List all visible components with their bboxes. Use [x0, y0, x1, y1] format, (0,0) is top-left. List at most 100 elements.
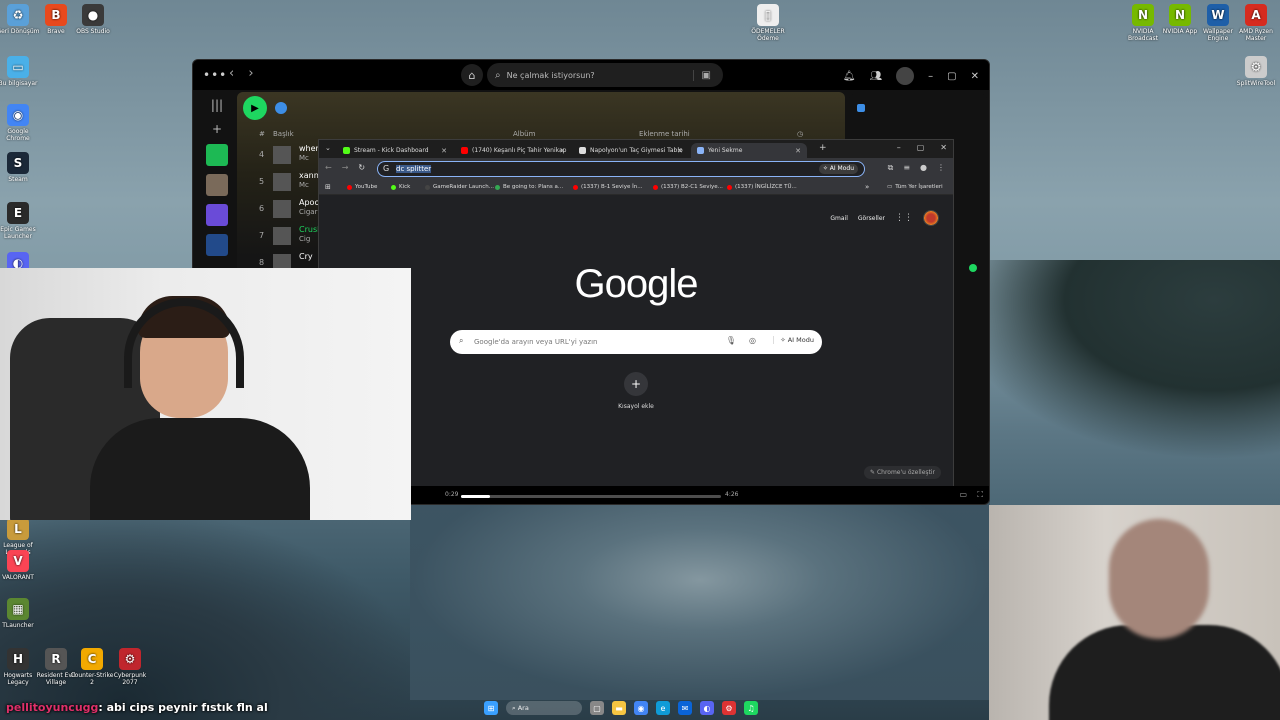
desktop-icon-label: Epic Games Launcher	[0, 226, 36, 240]
desktop-icon-3[interactable]: ▭ Bu bilgisayar	[0, 56, 40, 87]
playback-progress[interactable]	[461, 495, 721, 498]
browser-tab[interactable]: Napolyon'un Taç Giymesi Tablo ✕	[573, 143, 689, 158]
tab-close-icon[interactable]: ✕	[677, 147, 683, 155]
bookmark-item[interactable]: (1337) İNGİLİZCE TÜ...	[727, 184, 797, 190]
home-icon[interactable]: ⌂	[461, 64, 483, 86]
profile-icon[interactable]: ●	[920, 163, 927, 173]
back-icon[interactable]: ‹	[229, 66, 234, 81]
bookmark-item[interactable]: Be going to: Plans a...	[495, 184, 563, 190]
play-button[interactable]: ▶	[243, 96, 267, 120]
pane-icon[interactable]	[857, 104, 865, 112]
media-icon[interactable]: ≡	[903, 163, 910, 173]
browser-tab[interactable]: Stream - Kick Dashboard ✕	[337, 143, 453, 158]
start-icon[interactable]: ⊞	[484, 701, 498, 715]
chrome-icon[interactable]: ◉	[634, 701, 648, 715]
library-icon[interactable]: |||	[199, 98, 235, 112]
close-icon[interactable]: ✕	[940, 143, 947, 152]
desktop-icon-4[interactable]: ◉ Google Chrome	[0, 104, 40, 142]
google-search-input[interactable]: ⌕ Google'da arayın veya URL'yi yazın 🎙︎ …	[450, 330, 822, 354]
gmail-link[interactable]: Gmail	[830, 215, 848, 222]
desktop-icon-right-3[interactable]: A AMD Ryzen Master	[1234, 4, 1278, 42]
minimize-icon[interactable]: –	[928, 71, 933, 82]
apps-icon[interactable]: ⊞	[325, 183, 331, 191]
maximize-icon[interactable]: ▢	[917, 143, 925, 152]
tab-search-icon[interactable]: ⌄	[325, 144, 331, 152]
images-link[interactable]: Görseller	[858, 215, 885, 222]
browse-icon[interactable]: ▣	[692, 69, 711, 81]
library-tile[interactable]	[206, 144, 228, 166]
tab-label: (1740) Keşanlı Piç Tahir Yenikap	[472, 147, 567, 154]
tab-favicon	[579, 147, 586, 154]
gear-app-icon[interactable]: ⚙	[722, 701, 736, 715]
mail-icon[interactable]: ✉	[678, 701, 692, 715]
download-icon[interactable]	[275, 102, 287, 114]
library-tile[interactable]	[206, 204, 228, 226]
track-number: 7	[259, 231, 265, 240]
create-icon[interactable]: +	[199, 122, 235, 136]
kebab-menu-icon[interactable]: ⋮	[937, 163, 945, 173]
new-tab-button[interactable]: +	[819, 143, 827, 153]
all-bookmarks[interactable]: ▭ Tüm Yer İşaretleri	[887, 184, 943, 190]
forward-icon[interactable]: →	[342, 163, 349, 172]
avatar[interactable]	[896, 67, 915, 85]
desktop-icon-label: Steam	[8, 176, 28, 183]
more-bookmarks-icon[interactable]: »	[865, 183, 869, 191]
desktop-icon-5[interactable]: S Steam	[0, 152, 40, 183]
desktop-icon-6[interactable]: E Epic Games Launcher	[0, 202, 40, 240]
browser-tab[interactable]: (1740) Keşanlı Piç Tahir Yenikap ✕	[455, 143, 571, 158]
tab-close-icon[interactable]: ✕	[795, 147, 801, 155]
app-4-icon: ◉	[7, 104, 29, 126]
explorer-icon[interactable]: ▬	[612, 701, 626, 715]
customize-chrome-button[interactable]: ✎ Chrome'u özelleştir	[864, 466, 941, 479]
bookmark-label: (1337) B2-C1 Seviye...	[661, 184, 723, 190]
edge-icon[interactable]: e	[656, 701, 670, 715]
bookmark-item[interactable]: YouTube	[347, 184, 377, 190]
reload-icon[interactable]: ↻	[358, 163, 365, 172]
friends-icon[interactable]: 👥︎	[869, 71, 882, 82]
close-icon[interactable]: ✕	[971, 71, 979, 82]
desktop-icon-10[interactable]: ▦ TLauncher	[0, 598, 40, 629]
menu-icon[interactable]: •••	[203, 68, 227, 82]
ai-mode-button[interactable]: ✧ AI Modu	[818, 164, 858, 174]
tab-close-icon[interactable]: ✕	[441, 147, 447, 155]
extensions-icon[interactable]: ⧉	[888, 163, 894, 173]
google-search-placeholder: Google'da arayın veya URL'yi yazın	[474, 338, 598, 346]
miniplayer-icon[interactable]: ▭	[959, 490, 967, 499]
folder-icon: ▭	[887, 184, 893, 190]
chrome-window[interactable]: ⌄ Stream - Kick Dashboard ✕ (1740) Keşanlı…	[318, 139, 954, 486]
desktop-icon-2[interactable]: ● OBS Studio	[71, 4, 115, 35]
bookmark-favicon	[573, 184, 578, 190]
desktop-icon-right-4[interactable]: ⚙ SplitWireTool	[1234, 56, 1278, 87]
bookmark-item[interactable]: (1337) B2-C1 Seviye...	[653, 184, 723, 190]
account-avatar[interactable]	[923, 210, 939, 226]
browser-tab[interactable]: Yeni Sekme ✕	[691, 143, 807, 158]
search-ai-mode-button[interactable]: ✧ AI Modu	[773, 336, 814, 344]
desktop-icon-label: TLauncher	[2, 622, 34, 629]
spotify-icon[interactable]: ♫	[744, 701, 758, 715]
library-tile[interactable]	[206, 174, 228, 196]
track-number: 5	[259, 177, 265, 186]
forward-icon[interactable]: ›	[248, 66, 253, 81]
lens-icon[interactable]: ◎	[749, 336, 756, 345]
tab-close-icon[interactable]: ✕	[559, 147, 565, 155]
desktop-icon-odemeler[interactable]: ▯ ÖDEMELER Ödeme	[746, 4, 790, 42]
mic-icon[interactable]: 🎙︎	[726, 336, 736, 345]
bookmark-item[interactable]: (1337) B-1 Seviye İn...	[573, 184, 642, 190]
minimize-icon[interactable]: –	[897, 143, 901, 152]
discord-icon[interactable]: ◐	[700, 701, 714, 715]
back-icon[interactable]: ←	[325, 163, 332, 172]
bell-icon[interactable]: 🔔︎	[843, 71, 856, 82]
address-bar[interactable]: G dc splitter ✧ AI Modu	[377, 161, 865, 177]
bookmark-item[interactable]: Kick	[391, 184, 410, 190]
desktop-icon-9[interactable]: V VALORANT	[0, 550, 40, 581]
maximize-icon[interactable]: ▢	[947, 71, 956, 82]
fullscreen-icon[interactable]: ⛶	[977, 490, 983, 500]
desktop-icon-14[interactable]: ⚙ Cyberpunk 2077	[108, 648, 152, 686]
bookmark-item[interactable]: GameRaider Launch...	[425, 184, 494, 190]
library-tile[interactable]	[206, 234, 228, 256]
spotify-search-input[interactable]: ⌕ Ne çalmak istiyorsun? ▣	[487, 63, 723, 87]
add-shortcut-button[interactable]: +	[624, 372, 648, 396]
taskbar-search[interactable]: ⌕ Ara	[506, 701, 582, 715]
taskview-icon[interactable]: ▢	[590, 701, 604, 715]
google-apps-icon[interactable]: ⋮⋮	[895, 213, 913, 223]
